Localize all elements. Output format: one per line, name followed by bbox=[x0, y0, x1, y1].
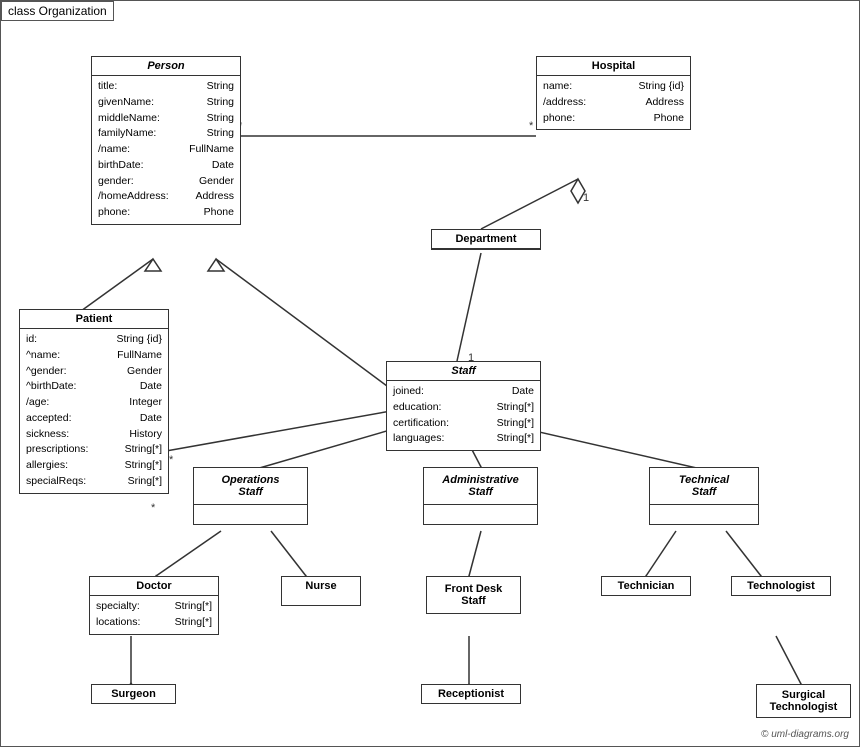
operations-staff-class: OperationsStaff bbox=[193, 467, 308, 525]
technical-staff-class: TechnicalStaff bbox=[649, 467, 759, 525]
receptionist-class: Receptionist bbox=[421, 684, 521, 704]
receptionist-title: Receptionist bbox=[422, 685, 520, 703]
staff-attrs: joined:Date education:String[*] certific… bbox=[387, 381, 540, 450]
operations-staff-title: OperationsStaff bbox=[194, 468, 307, 505]
svg-text:*: * bbox=[529, 120, 534, 132]
technician-class: Technician bbox=[601, 576, 691, 596]
patient-attrs: id:String {id} ^name:FullName ^gender:Ge… bbox=[20, 329, 168, 493]
diagram-title: class Organization bbox=[1, 1, 114, 21]
doctor-attrs: specialty:String[*] locations:String[*] bbox=[90, 596, 218, 634]
department-class: Department bbox=[431, 229, 541, 250]
front-desk-staff-class: Front DeskStaff bbox=[426, 576, 521, 614]
technical-staff-title: TechnicalStaff bbox=[650, 468, 758, 505]
person-attrs: title:String givenName:String middleName… bbox=[92, 76, 240, 224]
department-title: Department bbox=[432, 230, 540, 249]
person-title: Person bbox=[92, 57, 240, 76]
svg-text:*: * bbox=[169, 454, 174, 466]
surgical-technologist-class: SurgicalTechnologist bbox=[756, 684, 851, 718]
doctor-title: Doctor bbox=[90, 577, 218, 596]
administrative-staff-title: AdministrativeStaff bbox=[424, 468, 537, 505]
patient-class: Patient id:String {id} ^name:FullName ^g… bbox=[19, 309, 169, 494]
technologist-class: Technologist bbox=[731, 576, 831, 596]
surgeon-class: Surgeon bbox=[91, 684, 176, 704]
hospital-attrs: name:String {id} /address:Address phone:… bbox=[537, 76, 690, 129]
administrative-staff-class: AdministrativeStaff bbox=[423, 467, 538, 525]
hospital-class: Hospital name:String {id} /address:Addre… bbox=[536, 56, 691, 130]
copyright: © uml-diagrams.org bbox=[761, 729, 849, 740]
doctor-class: Doctor specialty:String[*] locations:Str… bbox=[89, 576, 219, 635]
surgeon-title: Surgeon bbox=[92, 685, 175, 703]
staff-title: Staff bbox=[387, 362, 540, 381]
nurse-class: Nurse bbox=[281, 576, 361, 606]
front-desk-staff-title: Front DeskStaff bbox=[427, 577, 520, 613]
technologist-title: Technologist bbox=[732, 577, 830, 595]
person-class: Person title:String givenName:String mid… bbox=[91, 56, 241, 225]
nurse-title: Nurse bbox=[282, 577, 360, 595]
staff-class: Staff joined:Date education:String[*] ce… bbox=[386, 361, 541, 451]
surgical-technologist-title: SurgicalTechnologist bbox=[757, 685, 850, 717]
svg-text:1: 1 bbox=[583, 192, 589, 204]
svg-text:*: * bbox=[151, 502, 156, 514]
diagram-container: class Organization bbox=[0, 0, 860, 747]
hospital-title: Hospital bbox=[537, 57, 690, 76]
patient-title: Patient bbox=[20, 310, 168, 329]
technician-title: Technician bbox=[602, 577, 690, 595]
